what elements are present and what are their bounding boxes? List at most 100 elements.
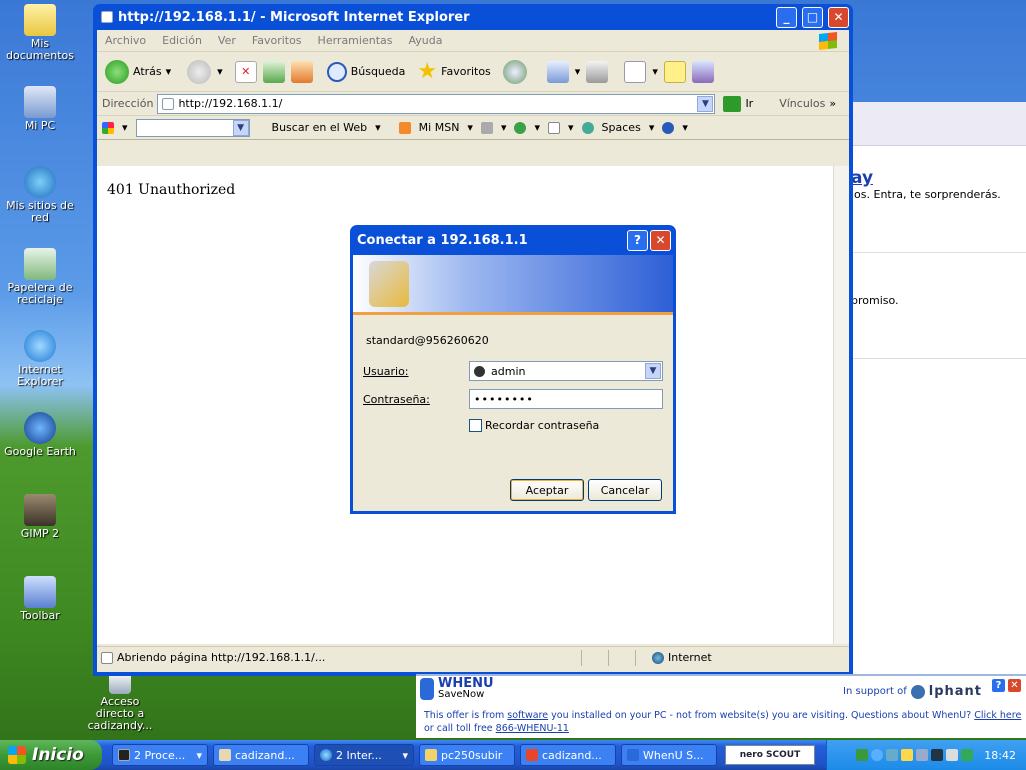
partner-logo-icon	[910, 684, 925, 699]
desktop-icon-recycle-bin[interactable]: Papelera de reciclaje	[2, 248, 78, 306]
desktop-icon-google-earth[interactable]: Google Earth	[2, 412, 78, 458]
stop-icon[interactable]: ✕	[234, 60, 257, 83]
messenger-icon[interactable]	[691, 60, 714, 83]
taskbar-item[interactable]: cadizand...	[520, 744, 616, 766]
chevron-down-icon[interactable]: ▼	[645, 363, 661, 379]
taskbar-item-label: cadizand...	[542, 748, 602, 762]
menu-herramientas[interactable]: Herramientas	[318, 34, 393, 47]
back-button[interactable]: Atrás ▾	[105, 59, 171, 84]
menu-edicion[interactable]: Edición	[162, 34, 202, 47]
search-web-button[interactable]: Buscar en el Web	[272, 121, 368, 134]
menu-favoritos[interactable]: Favoritos	[252, 34, 302, 47]
close-button[interactable]: ✕	[828, 6, 849, 28]
dialog-title: Conectar a 192.168.1.1	[357, 232, 528, 248]
home-icon[interactable]	[290, 60, 313, 83]
links-label[interactable]: Vínculos	[779, 97, 825, 110]
taskbar-item[interactable]: cadizand...	[213, 744, 309, 766]
taskbar-item[interactable]: 2 Proce... ▾	[112, 744, 208, 766]
cancel-button[interactable]: Cancelar	[588, 479, 662, 501]
accept-button[interactable]: Aceptar	[510, 479, 584, 501]
nero-scout-label: nero SCOUT	[739, 750, 801, 760]
dialog-close-button[interactable]: ✕	[650, 229, 671, 251]
tray-go-icon[interactable]	[856, 749, 869, 761]
mail-icon[interactable]	[548, 121, 561, 134]
taskbar-item[interactable]: pc250subir	[419, 744, 515, 766]
whenu-ad-bar: WHENU SaveNow In support of lphant ? ✕ T…	[416, 674, 1026, 738]
print-icon[interactable]	[586, 60, 609, 83]
desktop-icon-toolbar[interactable]: Toolbar	[2, 576, 78, 622]
start-button[interactable]: Inicio	[0, 740, 102, 770]
checkbox-box[interactable]	[469, 419, 482, 432]
address-url: http://192.168.1.1/	[178, 97, 283, 110]
notes-icon[interactable]	[663, 60, 686, 83]
ad-help-button[interactable]: ?	[991, 678, 1006, 693]
ad-line1-a: This offer is from	[424, 710, 508, 721]
remember-password-checkbox[interactable]: Recordar contraseña	[469, 419, 599, 432]
system-tray: 18:42	[826, 740, 1026, 770]
nero-scout-toolbar[interactable]: nero SCOUT	[725, 745, 815, 765]
menu-ayuda[interactable]: Ayuda	[408, 34, 442, 47]
search-button[interactable]: Búsqueda	[326, 61, 405, 82]
help-button[interactable]: ?	[627, 229, 648, 251]
maximize-button[interactable]: □	[802, 6, 823, 28]
chevron-right-icon[interactable]: »	[829, 97, 836, 110]
tray-security-icon[interactable]	[931, 749, 944, 761]
taskbar-item[interactable]: 2 Inter... ▾	[314, 744, 414, 766]
internet-explorer-icon	[320, 749, 332, 761]
spaces-button[interactable]: Spaces	[602, 121, 641, 134]
background-heading-link[interactable]: ay	[851, 168, 873, 188]
address-dropdown-icon[interactable]: ▼	[697, 95, 714, 112]
password-field[interactable]: ••••••••	[469, 389, 663, 409]
username-value: admin	[491, 364, 526, 378]
refresh-icon[interactable]	[262, 60, 285, 83]
messenger-buddy-icon[interactable]	[514, 121, 527, 134]
tray-volume-icon[interactable]	[946, 749, 959, 761]
desktop-icon-internet-explorer[interactable]: Internet Explorer	[2, 330, 78, 388]
menu-bar: Archivo Edición Ver Favoritos Herramient…	[97, 30, 849, 52]
desktop-icon-shortcut-cadizandy[interactable]: Acceso directo a cadizandy...	[80, 672, 160, 732]
my-msn-button[interactable]: Mi MSN	[419, 121, 460, 134]
menu-ver[interactable]: Ver	[218, 34, 236, 47]
ad-close-button[interactable]: ✕	[1007, 678, 1022, 693]
back-arrow-icon	[105, 59, 129, 84]
chevron-down-icon[interactable]: ▼	[232, 119, 249, 136]
tray-network-icon[interactable]	[886, 749, 899, 761]
desktop-icon-label: Mi PC	[24, 119, 56, 132]
desktop-icon-my-documents[interactable]: Mis documentos	[2, 4, 78, 62]
star-icon: ★	[417, 58, 438, 84]
window-titlebar[interactable]: http://192.168.1.1/ - Microsoft Internet…	[97, 4, 849, 30]
username-combobox[interactable]: admin ▼	[469, 361, 663, 381]
internet-zone-icon	[652, 651, 664, 664]
vertical-scrollbar[interactable]	[833, 166, 849, 644]
toolbar-icon	[24, 576, 56, 608]
tray-display-icon[interactable]	[916, 749, 929, 761]
minimize-button[interactable]: _	[776, 6, 797, 28]
forward-arrow-icon[interactable]	[187, 59, 212, 84]
tray-notes-icon[interactable]	[901, 749, 914, 761]
menu-archivo[interactable]: Archivo	[105, 34, 146, 47]
mail-icon[interactable]	[546, 60, 569, 83]
ad-software-link[interactable]: software	[507, 710, 548, 721]
address-bar: Dirección http://192.168.1.1/ ▼ Ir Víncu…	[97, 92, 849, 116]
msn-butterfly-icon[interactable]	[102, 121, 114, 134]
msn-search-input[interactable]: ▼	[135, 118, 250, 137]
ad-phone-link[interactable]: 866-WHENU-11	[496, 723, 569, 734]
ad-click-here-link[interactable]: Click here	[974, 710, 1021, 721]
window-title: http://192.168.1.1/ - Microsoft Internet…	[118, 9, 470, 25]
rss-icon[interactable]	[480, 121, 493, 134]
history-icon[interactable]	[502, 59, 527, 84]
favorites-button[interactable]: ★ Favoritos	[417, 58, 490, 84]
go-arrow-icon[interactable]	[723, 95, 742, 112]
desktop-icon-gimp[interactable]: GIMP 2	[2, 494, 78, 540]
edit-word-icon[interactable]	[624, 60, 647, 83]
desktop-icon-my-pc[interactable]: Mi PC	[2, 86, 78, 132]
help-icon[interactable]	[662, 121, 675, 134]
taskbar-item[interactable]: WhenU S...	[621, 744, 717, 766]
windows-flag-icon	[8, 746, 26, 764]
desktop-icon-network[interactable]: Mis sitios de red	[2, 166, 78, 224]
dialog-titlebar[interactable]: Conectar a 192.168.1.1 ? ✕	[353, 225, 673, 255]
address-input[interactable]: http://192.168.1.1/ ▼	[157, 93, 716, 114]
tray-back-icon[interactable]	[871, 749, 884, 761]
go-button[interactable]: Ir	[745, 97, 753, 110]
tray-messenger-icon[interactable]	[961, 749, 974, 761]
